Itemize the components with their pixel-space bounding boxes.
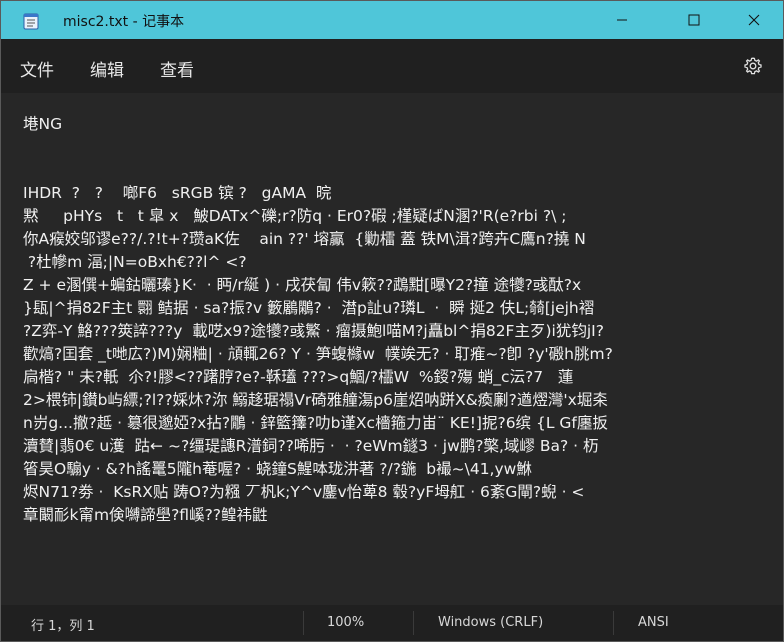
close-button[interactable] xyxy=(731,1,777,39)
menu-edit[interactable]: 编辑 xyxy=(90,56,124,81)
maximize-button[interactable] xyxy=(671,1,717,39)
document-text[interactable]: 塂NG IHDR ? ? 啷F6 sRGB 镔 ? gAMA 晥 黙 pHYs … xyxy=(23,113,783,527)
close-icon xyxy=(748,14,760,26)
status-divider xyxy=(303,611,304,635)
minimize-icon xyxy=(617,19,627,21)
encoding: ANSI xyxy=(638,615,669,630)
menu-bar: 文件 编辑 查看 xyxy=(1,39,783,93)
title-bar[interactable]: misc2.txt - 记事本 xyxy=(1,1,783,39)
zoom-level: 100% xyxy=(327,615,365,630)
status-divider xyxy=(613,611,614,635)
text-editor-area[interactable]: 塂NG IHDR ? ? 啷F6 sRGB 镔 ? gAMA 晥 黙 pHYs … xyxy=(1,93,783,605)
window-title: misc2.txt - 记事本 xyxy=(63,14,185,30)
cursor-position: 行 1，列 1 xyxy=(31,619,95,634)
notepad-window: misc2.txt - 记事本 文件 编辑 查看 塂NG IHDR ? ? 啷F… xyxy=(0,0,784,642)
settings-gear-icon[interactable] xyxy=(743,56,763,76)
status-divider xyxy=(413,611,414,635)
minimize-button[interactable] xyxy=(599,1,645,39)
menu-file[interactable]: 文件 xyxy=(20,56,54,81)
maximize-icon xyxy=(688,14,700,26)
line-ending: Windows (CRLF) xyxy=(438,615,544,630)
menu-view[interactable]: 查看 xyxy=(160,56,194,81)
notepad-app-icon xyxy=(23,12,39,30)
status-bar: 行 1，列 1 100% Windows (CRLF) ANSI xyxy=(1,605,783,641)
